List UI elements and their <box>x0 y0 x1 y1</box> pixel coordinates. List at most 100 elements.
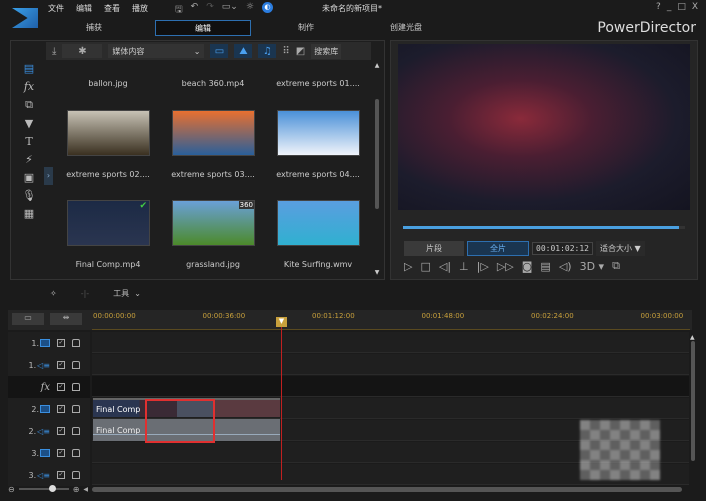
settings-icon[interactable]: ☼ <box>246 2 254 18</box>
maximize-button[interactable]: □ <box>677 2 686 12</box>
mosaic-blur <box>580 420 660 480</box>
lock-icon[interactable] <box>72 471 80 479</box>
timeline-hscroll[interactable] <box>92 486 683 492</box>
track-enable-checkbox[interactable]: ✓ <box>57 383 65 391</box>
lock-icon[interactable] <box>72 383 80 391</box>
lock-icon[interactable] <box>72 449 80 457</box>
save-icon[interactable]: 🖫 <box>175 2 183 18</box>
media-thumbnail[interactable]: 360 <box>172 200 255 246</box>
library-scrollbar[interactable]: ▲ ▼ <box>373 62 381 276</box>
tools-dropdown[interactable]: 工具 ⌄ <box>113 288 141 299</box>
window-title: 未命名的新项目* <box>322 4 382 13</box>
help-button[interactable]: ? <box>656 2 661 12</box>
subtitle-room-icon[interactable]: ▣ <box>24 171 34 184</box>
media-thumbnail[interactable] <box>277 110 360 156</box>
track-lane[interactable] <box>92 332 689 353</box>
image-filter-icon[interactable]: ⛰ <box>234 44 253 58</box>
grid-view-icon[interactable]: ⠿ <box>282 46 289 57</box>
next-frame-icon[interactable]: |▷ <box>477 260 489 273</box>
media-thumbnail[interactable] <box>67 110 150 156</box>
play-icon[interactable]: ▷ <box>404 260 412 273</box>
ruler-tick-label: 00:03:00:00 <box>640 312 684 320</box>
track-enable-checkbox[interactable]: ✓ <box>57 471 65 479</box>
zoom-slider[interactable] <box>18 485 69 492</box>
plugin-button[interactable]: ✱ <box>62 44 103 58</box>
minimize-button[interactable]: _ <box>667 2 672 12</box>
aspect-ratio-icon[interactable]: ▭⌄ <box>222 2 238 18</box>
fx-room-icon[interactable]: fx <box>24 80 34 93</box>
undock-icon[interactable]: ⧉ <box>612 259 620 273</box>
menu-view[interactable]: 查看 <box>104 3 120 14</box>
3d-toggle[interactable]: 3D ▾ <box>580 260 605 273</box>
menu-file[interactable]: 文件 <box>48 3 64 14</box>
lock-icon[interactable] <box>72 405 80 413</box>
tab-create-disc[interactable]: 创建光盘 <box>358 20 454 36</box>
notification-icon[interactable]: ◐ <box>261 2 273 13</box>
close-button[interactable]: X <box>692 2 698 12</box>
tab-produce[interactable]: 制作 <box>258 20 354 36</box>
timeline-ruler[interactable]: 00:00:00:00 00:00:36:00 00:01:12:00 00:01:4… <box>92 310 690 330</box>
stop-icon[interactable]: □ <box>420 260 430 273</box>
tab-clip[interactable]: 片段 <box>404 241 464 256</box>
redo-icon[interactable]: ↷ <box>206 2 214 18</box>
ruler-tick-label: 00:00:00:00 <box>93 312 136 320</box>
video-track-icon <box>40 449 50 457</box>
tab-capture[interactable]: 捕获 <box>46 20 142 36</box>
track-enable-checkbox[interactable]: ✓ <box>57 339 65 347</box>
track-lane[interactable] <box>92 354 689 375</box>
tab-movie[interactable]: 全片 <box>467 241 529 256</box>
lock-icon[interactable] <box>72 361 80 369</box>
scroll-left-icon[interactable]: ◀ <box>83 486 88 493</box>
audio-filter-icon[interactable]: ♫ <box>258 44 277 58</box>
voiceover-icon[interactable]: 🎙 <box>22 189 36 202</box>
video-filter-icon[interactable]: ▭ <box>210 44 229 58</box>
zoom-fit-dropdown[interactable]: 适合大小 ▼ <box>595 241 645 256</box>
undo-icon[interactable]: ↶ <box>191 2 199 18</box>
sort-icon[interactable]: ◩ <box>296 46 305 57</box>
title-room-icon[interactable]: T <box>25 135 32 148</box>
media-thumbnail[interactable]: ✔ <box>67 200 150 246</box>
track-enable-checkbox[interactable]: ✓ <box>57 405 65 413</box>
media-thumbnail[interactable] <box>172 110 255 156</box>
track-enable-checkbox[interactable]: ✓ <box>57 427 65 435</box>
media-type-dropdown[interactable]: 媒体内容 ⌄ <box>108 44 205 58</box>
pip-room-icon[interactable]: ⧉ <box>25 98 33 112</box>
import-icon[interactable]: ⤓ <box>52 46 56 57</box>
zoom-in-icon[interactable]: ⊕ <box>73 485 80 494</box>
snapshot-icon[interactable]: ◙ <box>522 260 533 273</box>
subtitle-icon[interactable]: ▤ <box>540 260 550 273</box>
media-name: extreme sports 01.... <box>276 79 360 88</box>
particle-room-icon[interactable]: ▼ <box>25 117 33 130</box>
track-number: 3. <box>28 470 37 480</box>
expand-panel-button[interactable]: › <box>44 167 53 185</box>
scrollbar-thumb[interactable] <box>375 99 379 209</box>
menu-edit[interactable]: 编辑 <box>76 3 92 14</box>
split-icon[interactable]: ⊥ <box>459 260 469 273</box>
fit-timeline-button[interactable]: ⇹ <box>50 313 82 325</box>
previous-frame-icon[interactable]: ◁| <box>439 260 451 273</box>
preview-progress-slider[interactable] <box>403 226 685 229</box>
track-manager-button[interactable]: ▭ <box>12 313 44 325</box>
fast-forward-icon[interactable]: ▷▷ <box>497 260 514 273</box>
track-enable-checkbox[interactable]: ✓ <box>57 361 65 369</box>
playhead[interactable] <box>281 318 282 480</box>
media-room-icon[interactable]: ▤ <box>24 62 34 75</box>
split-clip-icon[interactable]: -|- <box>81 289 89 298</box>
video-track-icon <box>40 405 50 413</box>
magic-tool-icon[interactable]: ✧ <box>50 289 57 298</box>
menu-play[interactable]: 播放 <box>132 3 148 14</box>
track-enable-checkbox[interactable]: ✓ <box>57 449 65 457</box>
chapter-room-icon[interactable]: ▦ <box>24 207 34 220</box>
media-thumbnail[interactable] <box>277 200 360 246</box>
volume-icon[interactable]: ◁) <box>559 260 572 273</box>
zoom-out-icon[interactable]: ⊖ <box>8 485 15 494</box>
tab-edit[interactable]: 编辑 <box>155 20 251 36</box>
search-library-button[interactable]: 搜索库 <box>311 43 342 59</box>
timeline-vscroll[interactable]: ▲ <box>690 334 696 480</box>
chevron-down-icon: ⌄ <box>193 46 201 56</box>
transition-room-icon[interactable]: ⚡ <box>25 153 33 166</box>
playhead-handle[interactable]: ▼ <box>276 317 287 327</box>
lock-icon[interactable] <box>72 427 80 435</box>
track-lane[interactable] <box>92 376 689 397</box>
lock-icon[interactable] <box>72 339 80 347</box>
